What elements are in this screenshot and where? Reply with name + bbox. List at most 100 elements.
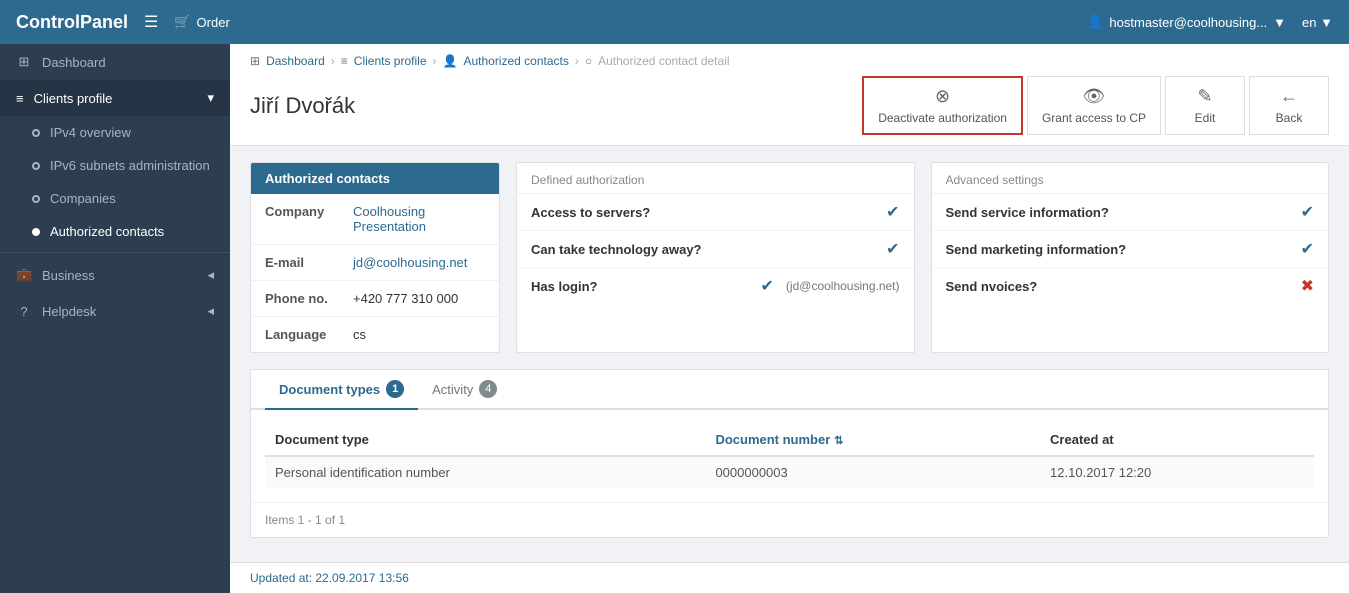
contact-card-header: Authorized contacts [251,163,499,194]
breadcrumb: ⊞ Dashboard › ≡ Clients profile › 👤 Auth… [250,54,1329,68]
bottom-card: Document types 1 Activity 4 Document typ… [250,369,1329,538]
breadcrumb-sep3: › [575,54,579,68]
sidebar-item-dashboard[interactable]: ⊞ Dashboard [0,44,230,80]
sidebar-authorized-contacts-label: Authorized contacts [50,224,164,239]
advanced-check-invoices [1301,276,1314,296]
user-menu[interactable]: 👤 hostmaster@coolhousing... ▼ [1087,14,1286,30]
breadcrumb-dashboard[interactable]: Dashboard [266,54,325,68]
back-button[interactable]: ← Back [1249,76,1329,135]
tab-activity-badge: 4 [479,380,497,398]
breadcrumb-person-icon: 👤 [443,54,458,68]
sidebar-item-authorized-contacts[interactable]: Authorized contacts [0,215,230,248]
advanced-check-marketing [1301,239,1314,259]
sort-icon: ⇅ [834,435,843,447]
order-link[interactable]: 🛒 Order [174,14,229,30]
sidebar-item-clients-profile[interactable]: ≡ Clients profile ▾ [0,80,230,116]
sidebar-item-ipv4[interactable]: IPv4 overview [0,116,230,149]
contact-email-row: E-mail jd@coolhousing.net [251,245,499,281]
company-label: Company [265,204,345,219]
sidebar-ipv6-label: IPv6 subnets administration [50,158,210,173]
breadcrumb-current: Authorized contact detail [598,54,729,68]
breadcrumb-cp-icon: ≡ [341,54,348,68]
cell-doc-number: 0000000003 [705,456,1040,488]
auth-check-servers [886,202,899,222]
auth-check-technology [886,239,899,259]
table-header: Document type Document number⇅ Created a… [265,424,1314,456]
cart-icon: 🛒 [174,14,190,30]
breadcrumb-icon: ⊞ [250,54,260,68]
helpdesk-chevron-icon: ◂ [207,303,214,319]
deactivate-label: Deactivate authorization [878,111,1007,125]
sidebar-item-companies[interactable]: Companies [0,182,230,215]
phone-label: Phone no. [265,291,345,306]
language-label: Language [265,327,345,342]
col-doc-number[interactable]: Document number ⇅ [705,424,1040,456]
lang-label: en [1302,15,1316,30]
table-body: Personal identification number 000000000… [265,456,1314,488]
lang-dropdown-icon: ▼ [1320,15,1333,30]
page-header: ⊞ Dashboard › ≡ Clients profile › 👤 Auth… [230,44,1349,146]
auth-row-technology: Can take technology away? [517,231,914,268]
grant-access-button[interactable]: 👁 Grant access to CP [1027,76,1161,135]
dashboard-icon: ⊞ [16,54,32,70]
business-chevron-icon: ◂ [207,267,214,283]
tab-document-types[interactable]: Document types 1 [265,370,418,410]
cell-doc-type: Personal identification number [265,456,705,488]
email-value: jd@coolhousing.net [353,255,467,270]
auth-row-servers: Access to servers? [517,194,914,231]
dot-icon [32,129,40,137]
advanced-check-service [1301,202,1314,222]
tab-activity[interactable]: Activity 4 [418,370,511,410]
auth-label-servers: Access to servers? [531,205,878,220]
language-value: cs [353,327,366,342]
top-navbar: ControlPanel ☰ 🛒 Order 👤 hostmaster@cool… [0,0,1349,44]
table-footer: Items 1 - 1 of 1 [251,502,1328,537]
footer-updated-at: Updated at: 22.09.2017 13:56 [250,571,409,585]
advanced-row-service: Send service information? [932,194,1329,231]
sidebar-item-helpdesk[interactable]: ? Helpdesk ◂ [0,293,230,329]
business-icon: 💼 [16,267,32,283]
contact-phone-row: Phone no. +420 777 310 000 [251,281,499,317]
chevron-down-icon: ▾ [207,90,214,106]
user-label: hostmaster@coolhousing... [1109,15,1267,30]
advanced-settings-title: Advanced settings [932,163,1329,194]
breadcrumb-sep1: › [331,54,335,68]
email-label: E-mail [265,255,345,270]
edit-icon: ✎ [1197,86,1212,107]
col-doc-type-label: Document type [275,432,369,447]
clients-icon: ≡ [16,91,24,106]
content-top-row: Authorized contacts Company Coolhousing … [250,162,1329,353]
advanced-label-marketing: Send marketing information? [946,242,1293,257]
sidebar-item-ipv6[interactable]: IPv6 subnets administration [0,149,230,182]
col-doc-number-label: Document number [715,432,830,447]
edit-label: Edit [1195,111,1216,125]
tab-content: Document type Document number⇅ Created a… [251,410,1328,502]
page-title: Jiří Dvořák [250,93,355,119]
sidebar-business-label: Business [42,268,95,283]
edit-button[interactable]: ✎ Edit [1165,76,1245,135]
contact-card: Authorized contacts Company Coolhousing … [250,162,500,353]
sidebar-item-business[interactable]: 💼 Business ◂ [0,257,230,293]
defined-auth-card: Defined authorization Access to servers?… [516,162,915,353]
advanced-row-marketing: Send marketing information? [932,231,1329,268]
back-icon: ← [1280,86,1298,107]
breadcrumb-authorized-contacts[interactable]: Authorized contacts [463,54,568,68]
dot-icon [32,195,40,203]
sidebar-ipv4-label: IPv4 overview [50,125,131,140]
defined-auth-title: Defined authorization [517,163,914,194]
advanced-label-invoices: Send nvoices? [946,279,1293,294]
language-selector[interactable]: en ▼ [1302,15,1333,30]
deactivate-icon: ⊗ [935,86,950,107]
sidebar-dashboard-label: Dashboard [42,55,106,70]
page-content: Authorized contacts Company Coolhousing … [230,146,1349,562]
breadcrumb-clients-profile[interactable]: Clients profile [354,54,427,68]
advanced-label-service: Send service information? [946,205,1293,220]
top-nav-left: ControlPanel ☰ 🛒 Order [16,12,230,33]
order-label: Order [197,15,230,30]
deactivate-authorization-button[interactable]: ⊗ Deactivate authorization [862,76,1023,135]
auth-label-technology: Can take technology away? [531,242,878,257]
dot-icon [32,162,40,170]
page-title-row: Jiří Dvořák ⊗ Deactivate authorization 👁… [250,76,1329,135]
contact-language-row: Language cs [251,317,499,352]
menu-icon[interactable]: ☰ [144,12,158,32]
